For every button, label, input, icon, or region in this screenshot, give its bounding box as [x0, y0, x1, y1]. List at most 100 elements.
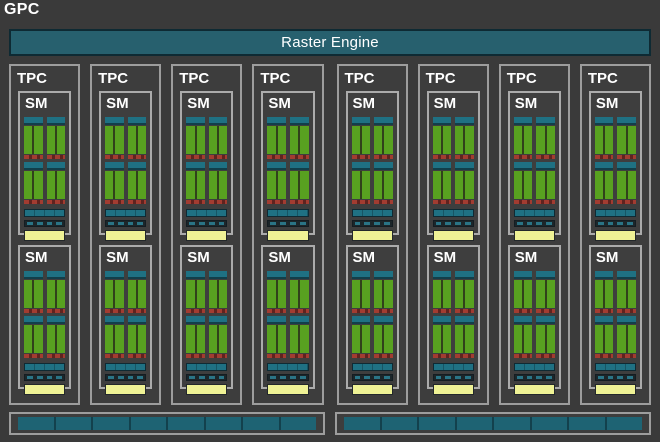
dispatch-bar: [267, 200, 309, 204]
dispatch-segment: [289, 200, 309, 204]
dispatch-segment: [186, 200, 205, 204]
dispatch-segment: [267, 354, 286, 358]
core-array: [105, 126, 147, 154]
ldst-unit: [455, 222, 461, 225]
sm-block: SM: [426, 245, 480, 395]
core-strip: [617, 280, 626, 308]
core-strip: [361, 280, 371, 308]
sm-label: SM: [352, 249, 376, 266]
scheduler-segment: [24, 117, 43, 125]
dispatch-segment: [46, 155, 66, 159]
dispatch-bar: [186, 354, 228, 358]
ldst-unit: [364, 376, 371, 379]
core-array: [267, 325, 309, 353]
sm-label: SM: [595, 249, 619, 266]
scheduler-bar: [432, 271, 474, 279]
core-strip: [56, 126, 66, 154]
core-strip: [465, 325, 474, 353]
core-strip: [300, 280, 309, 308]
core-strip: [432, 280, 441, 308]
core-strip: [351, 280, 360, 308]
dispatch-segment: [267, 200, 286, 204]
bottom-strip-segment: [280, 417, 316, 430]
core-subblock: [374, 325, 393, 353]
sm-block: SM: [180, 91, 234, 241]
sm-body: [186, 271, 228, 395]
core-strip: [455, 126, 464, 154]
sm-processing-row: [186, 271, 228, 313]
sm-body: [267, 117, 309, 241]
dispatch-bar: [351, 309, 393, 313]
core-subblock: [594, 126, 614, 154]
ldst-unit: [627, 222, 633, 225]
core-array: [594, 280, 636, 308]
ldst-unit: [445, 376, 452, 379]
sm-processing-row: [24, 271, 66, 313]
tex-unit-block: [594, 230, 636, 241]
dispatch-segment: [455, 354, 474, 358]
ldst-unit: [289, 376, 296, 379]
core-strip: [384, 325, 393, 353]
dispatch-segment: [594, 309, 614, 313]
ldst-unit: [27, 222, 33, 225]
core-subblock: [24, 325, 43, 353]
dispatch-segment: [289, 309, 309, 313]
sm-body: [594, 117, 636, 241]
scheduler-segment: [24, 316, 43, 324]
tpc-block: TPC SM SM: [171, 64, 243, 405]
sm-label: SM: [268, 249, 291, 266]
bottom-strip-segment: [18, 417, 54, 430]
ldst-units-row: [186, 374, 228, 381]
dispatch-bar: [24, 309, 66, 313]
core-strip: [455, 325, 464, 353]
dispatch-segment: [208, 354, 228, 358]
bottom-strip-segment: [569, 417, 605, 430]
scheduler-bar: [513, 162, 555, 170]
ldst-unit: [299, 222, 306, 225]
tpc-label: TPC: [587, 70, 618, 87]
core-strip: [442, 325, 452, 353]
sm-block: SM: [507, 245, 561, 395]
l1-cache-bar: [351, 363, 393, 371]
core-strip: [442, 126, 452, 154]
dispatch-segment: [186, 309, 205, 313]
core-subblock: [513, 171, 533, 199]
core-array: [513, 325, 555, 353]
tpc-block: TPC SM SM: [498, 64, 570, 405]
bottom-strip-segment: [130, 417, 166, 430]
core-strip: [115, 126, 124, 154]
ldst-units-row: [351, 220, 393, 227]
bottom-strip-segment: [381, 417, 417, 430]
dispatch-segment: [432, 200, 452, 204]
scheduler-bar: [24, 117, 66, 125]
tpc-label: TPC: [98, 70, 129, 87]
l1-cache-bar: [24, 209, 66, 217]
scheduler-segment: [46, 316, 66, 324]
dispatch-segment: [105, 354, 124, 358]
core-array: [432, 126, 474, 154]
sm-stack: SM SM: [339, 91, 406, 397]
core-subblock: [536, 280, 555, 308]
scheduler-segment: [186, 162, 205, 170]
core-subblock: [594, 280, 614, 308]
scheduler-segment: [455, 162, 474, 170]
sm-processing-row: [186, 162, 228, 204]
core-strip: [536, 280, 545, 308]
scheduler-segment: [46, 271, 66, 279]
scheduler-segment: [267, 162, 286, 170]
sm-block: SM: [99, 91, 153, 241]
sm-processing-row: [513, 162, 555, 204]
core-subblock: [46, 171, 66, 199]
ldst-unit: [117, 376, 124, 379]
scheduler-bar: [513, 271, 555, 279]
dispatch-segment: [46, 309, 66, 313]
dispatch-segment: [594, 354, 614, 358]
sm-block: SM: [345, 245, 399, 395]
core-subblock: [594, 171, 614, 199]
tex-unit-block: [105, 384, 147, 395]
ldst-unit: [108, 376, 114, 379]
ldst-units-row: [432, 220, 474, 227]
tpc-block: TPC SM SM: [90, 64, 162, 405]
core-strip: [513, 126, 523, 154]
core-strip: [300, 325, 309, 353]
